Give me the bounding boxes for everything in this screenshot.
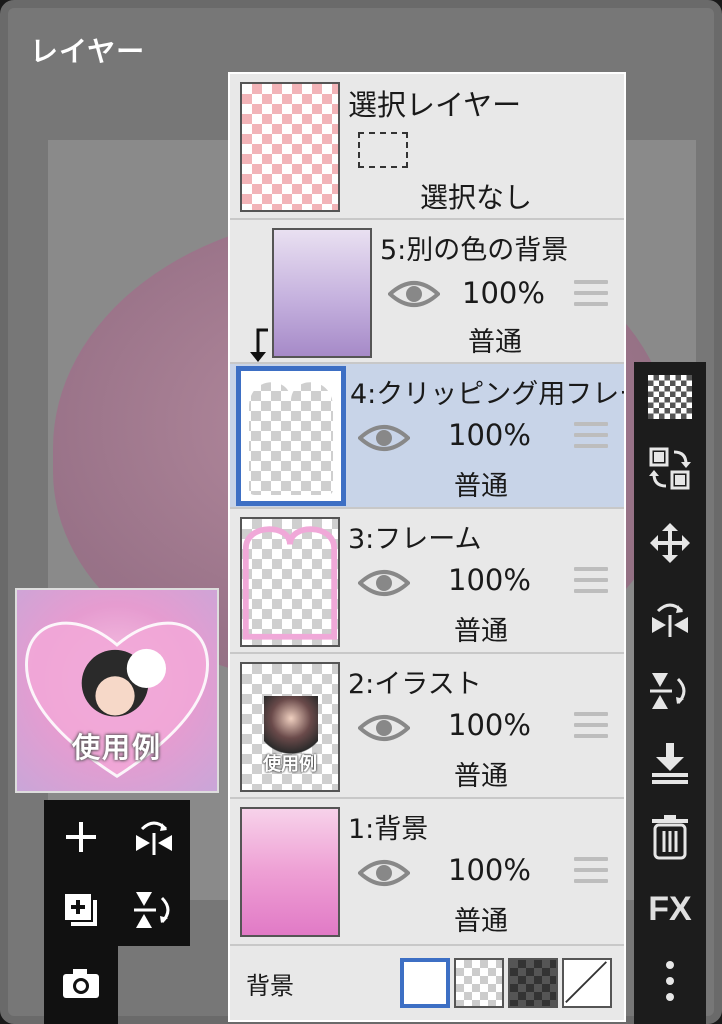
selection-layer-thumbnail [240,82,340,212]
preview-overlay-text: 使用例 [71,731,162,764]
layer-5-opacity[interactable]: 100% [462,276,545,310]
duplicate-layer-button[interactable] [44,873,117,946]
layer-5-blend-mode[interactable]: 普通 [468,320,522,359]
selection-layer-row[interactable]: 選択レイヤー 選択なし [230,74,624,220]
clipping-arrow-icon [250,328,268,362]
drag-handle-icon[interactable] [574,857,608,885]
checker-icon [648,375,692,419]
move-button[interactable] [634,508,706,578]
right-toolbar: FX [634,362,706,1024]
flip-horizontal-icon [652,603,688,637]
flip-horizontal-icon [135,821,172,855]
drag-handle-icon[interactable] [574,280,608,308]
layer-3-name: 3:フレーム [348,524,482,555]
drag-handle-icon[interactable] [574,567,608,595]
layer-2-thumbnail: 使用例 [240,662,340,792]
drag-handle-icon[interactable] [574,712,608,740]
layer-row-5[interactable]: 5:別の色の背景 100% 普通 [230,220,624,364]
layer-3-blend-mode[interactable]: 普通 [454,609,508,648]
selection-status: 選択なし [420,181,533,214]
layer-list: 選択レイヤー 選択なし 5:別の色の背景 100% 普通 4:クリッピング用フレ… [228,72,626,1022]
background-row: 背景 [230,946,624,1020]
swap-icon [649,447,691,490]
eye-icon[interactable] [358,857,410,889]
layer-5-name: 5:別の色の背景 [380,235,569,266]
layer-2-blend-mode[interactable]: 普通 [454,754,508,793]
merge-down-icon [652,743,688,784]
background-checker-swatch[interactable] [454,958,504,1008]
layer-1-name: 1:背景 [348,814,429,845]
flip-vertical-icon [133,891,169,928]
layer-3-thumbnail-shape [242,526,338,640]
plus-icon [65,821,96,852]
layer-2-opacity[interactable]: 100% [448,708,531,742]
layer-row-3[interactable]: 3:フレーム 100% 普通 [230,509,624,654]
eye-icon[interactable] [358,422,410,454]
camera-import-button[interactable] [44,946,117,1019]
camera-icon [62,968,99,998]
layer-1-thumbnail [240,807,340,937]
background-none-swatch[interactable] [562,958,612,1008]
layer-4-thumbnail [236,366,346,506]
layer-3-thumbnail [240,517,340,647]
layer-2-name: 2:イラスト [348,669,482,700]
fx-label: FX [648,889,692,928]
layer-1-blend-mode[interactable]: 普通 [454,899,508,938]
drag-handle-icon[interactable] [574,422,608,450]
layer-1-opacity[interactable]: 100% [448,853,531,887]
merge-down-button[interactable] [634,728,706,798]
flip-canvas-vertical-button[interactable] [117,873,190,946]
layer-row-1[interactable]: 1:背景 100% 普通 [230,799,624,946]
layer-4-thumbnail-shape [241,371,341,501]
swap-layer-button[interactable] [634,434,706,504]
layer-row-4[interactable]: 4:クリッピング用フレーム 100% 普通 [230,364,624,509]
more-vertical-icon [666,961,674,1001]
trash-icon [652,815,688,860]
layer-5-thumbnail [272,228,372,358]
delete-layer-button[interactable] [634,802,706,872]
fx-button[interactable]: FX [634,874,706,944]
slash-icon [565,961,607,1003]
add-layer-button[interactable] [44,800,117,873]
left-toolbar [44,800,190,946]
background-dark-checker-swatch[interactable] [508,958,558,1008]
flip-horizontal-button[interactable] [634,584,706,654]
layer-3-opacity[interactable]: 100% [448,563,531,597]
selection-marquee-icon [358,132,408,168]
transparency-lock-button[interactable] [634,362,706,432]
eye-icon[interactable] [358,712,410,744]
panel-title: レイヤー [30,35,146,68]
layer-4-blend-mode[interactable]: 普通 [454,464,508,503]
selection-layer-name: 選択レイヤー [348,88,522,122]
duplicate-icon [64,893,97,926]
move-icon [650,523,690,563]
eye-icon[interactable] [388,278,440,310]
left-toolbar-camera [44,946,118,1024]
background-label: 背景 [246,972,294,1000]
canvas-thumbnail-preview: 使用例 [15,588,219,793]
layer-row-2[interactable]: 使用例 2:イラスト 100% 普通 [230,654,624,799]
layer-4-opacity[interactable]: 100% [448,418,531,452]
more-options-button[interactable] [634,946,706,1016]
flip-vertical-icon [650,673,686,709]
background-white-swatch[interactable] [400,958,450,1008]
thumbnail-overlay-text: 使用例 [263,754,317,775]
flip-canvas-horizontal-button[interactable] [117,800,190,873]
eye-icon[interactable] [358,567,410,599]
layer-4-name: 4:クリッピング用フレーム [350,379,624,410]
flip-vertical-button[interactable] [634,656,706,726]
